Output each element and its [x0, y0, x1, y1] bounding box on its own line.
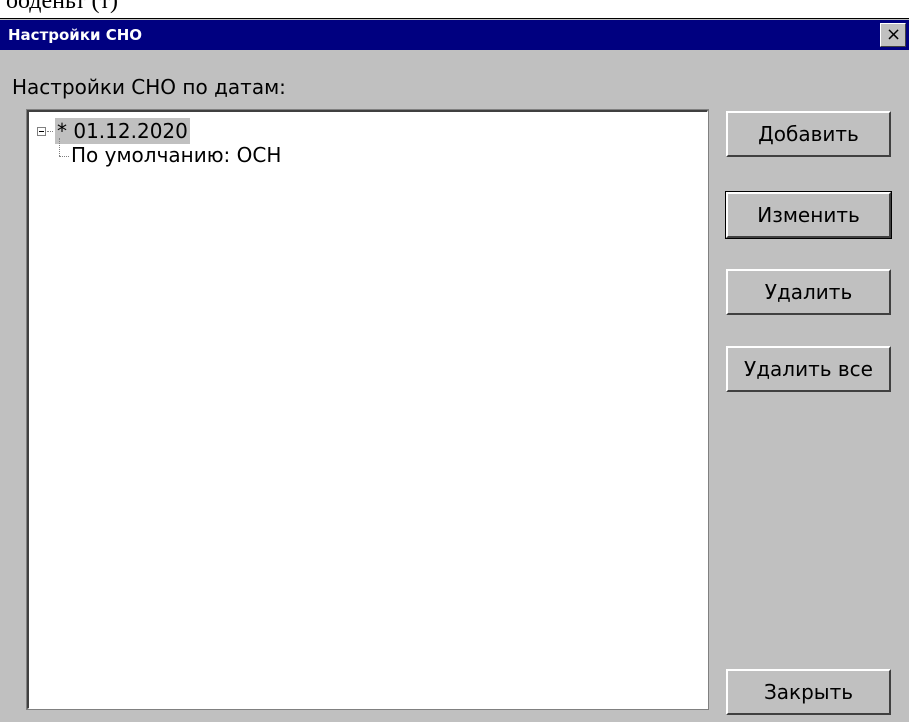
settings-tree[interactable]: * 01.12.2020 По умолчанию: ОСН	[26, 109, 709, 710]
title-bar[interactable]: Настройки СНО ×	[0, 20, 909, 50]
window-title: Настройки СНО	[8, 26, 143, 44]
settings-by-date-label: Настройки СНО по датам:	[12, 75, 286, 99]
background-window-strip: ооденьт (т)	[0, 0, 909, 20]
background-window-text: ооденьт (т)	[6, 0, 119, 14]
close-button[interactable]: Закрыть	[726, 669, 891, 715]
collapse-icon[interactable]	[37, 127, 46, 136]
tree-connector	[47, 131, 53, 132]
tree-connector-vertical	[59, 138, 60, 156]
tree-node-default[interactable]: По умолчанию: ОСН	[69, 142, 283, 168]
delete-button[interactable]: Удалить	[726, 269, 891, 315]
delete-all-button[interactable]: Удалить все	[726, 346, 891, 392]
edit-button[interactable]: Изменить	[725, 191, 892, 239]
tree-node-date-label[interactable]: * 01.12.2020	[55, 118, 190, 144]
tree-connector-horizontal	[59, 156, 69, 157]
close-window-button[interactable]: ×	[880, 23, 906, 47]
close-icon: ×	[886, 24, 902, 45]
add-button[interactable]: Добавить	[726, 111, 891, 157]
settings-dialog: Настройки СНО × Настройки СНО по датам: …	[0, 18, 909, 722]
